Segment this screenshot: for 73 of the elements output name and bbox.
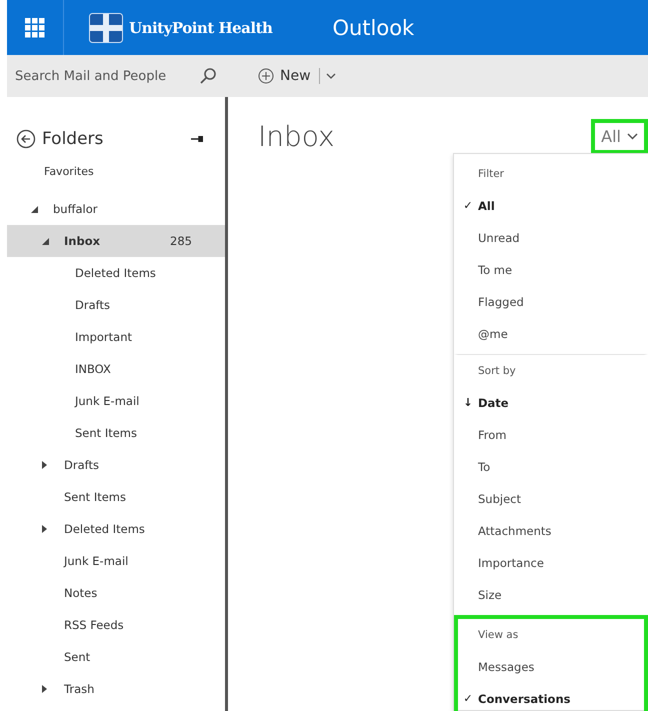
brand-name: UnityPoint Health (129, 18, 272, 36)
chevron-down-icon[interactable] (326, 72, 336, 80)
menu-section-heading: View as (477, 628, 520, 643)
cross-logo-icon (89, 12, 123, 42)
check-mark-icon: ✓ (463, 692, 473, 705)
folder-item[interactable]: Junk E-mail (7, 385, 225, 417)
menu-section-heading: Sort by (477, 364, 517, 379)
menu-item[interactable]: Attachments (458, 515, 644, 547)
menu-item[interactable]: ✓ All (458, 190, 644, 222)
menu-item[interactable]: Unread (458, 222, 644, 254)
collapsed-caret-icon[interactable] (42, 685, 47, 693)
folder-item[interactable]: Deleted Items (7, 513, 225, 545)
grid-icon (25, 18, 45, 38)
folder-name: Notes (64, 586, 98, 600)
folder-item[interactable]: Deleted Items (7, 257, 225, 289)
search-icon[interactable] (199, 67, 217, 85)
folder-name: INBOX (75, 362, 111, 376)
folder-item[interactable]: Sent (7, 641, 225, 673)
menu-item[interactable]: Flagged (458, 286, 644, 318)
menu-item[interactable]: Size (458, 579, 644, 611)
chevron-down-icon (627, 132, 638, 140)
plus-circle-icon (258, 68, 274, 84)
new-button[interactable]: New (256, 66, 313, 86)
pin-icon[interactable] (191, 136, 203, 142)
folder-name: Deleted Items (64, 522, 145, 536)
menu-item[interactable]: ✓ Conversations (458, 683, 644, 711)
folder-item[interactable]: Drafts (7, 449, 225, 481)
menu-item[interactable]: ↓ Date (458, 387, 644, 419)
folder-name: buffalor (53, 202, 98, 216)
folder-name: RSS Feeds (64, 618, 124, 632)
folder-name: Deleted Items (75, 266, 156, 280)
folder-name: Sent Items (64, 490, 126, 504)
folder-item[interactable]: Junk E-mail (7, 545, 225, 577)
search-field[interactable]: Search Mail and People (15, 68, 195, 84)
folder-item[interactable]: Inbox 285 (7, 225, 225, 257)
inbox-title: Inbox (258, 120, 335, 152)
folder-name: Sent (64, 650, 90, 664)
folder-name: Drafts (75, 298, 110, 312)
check-mark-icon: ✓ (463, 199, 473, 212)
folder-name: Drafts (64, 458, 99, 472)
menu-item[interactable]: To me (458, 254, 644, 286)
folder-name: Inbox (64, 234, 100, 248)
expanded-caret-icon[interactable] (31, 206, 38, 212)
filter-dropdown-button[interactable]: All (591, 118, 648, 154)
menu-item[interactable]: To (458, 451, 644, 483)
menu-item[interactable]: Importance (458, 547, 644, 579)
menu-section-heading: Filter (477, 167, 506, 182)
folder-name: Junk E-mail (64, 554, 128, 568)
folder-name: Important (75, 330, 132, 344)
folder-item[interactable]: Notes (7, 577, 225, 609)
folder-name: Junk E-mail (75, 394, 140, 408)
menu-item[interactable]: From (458, 419, 644, 451)
collapsed-caret-icon[interactable] (42, 461, 47, 469)
folder-item[interactable]: INBOX (7, 353, 225, 385)
check-mark-icon: ↓ (463, 396, 473, 409)
folder-item[interactable]: Trash (7, 673, 225, 705)
menu-item[interactable]: Subject (458, 483, 644, 515)
folder-name: Sent Items (75, 426, 137, 440)
app-name: Outlook (332, 16, 414, 40)
folder-item[interactable]: Sent Items (7, 481, 225, 513)
folder-item[interactable]: Drafts (7, 289, 225, 321)
folder-item[interactable]: RSS Feeds (7, 609, 225, 641)
unread-count: 285 (170, 234, 192, 248)
folder-item[interactable]: buffalor (7, 193, 225, 225)
menu-item[interactable]: @me (458, 318, 644, 350)
folders-heading: Folders (42, 129, 104, 149)
folder-name: Trash (64, 682, 94, 696)
favorites-label[interactable]: Favorites (7, 161, 225, 183)
menu-item[interactable]: Messages (458, 651, 644, 683)
expanded-caret-icon[interactable] (42, 238, 49, 244)
collapsed-caret-icon[interactable] (42, 525, 47, 533)
folder-item[interactable]: Sent Items (7, 417, 225, 449)
folder-item[interactable]: Important (7, 321, 225, 353)
